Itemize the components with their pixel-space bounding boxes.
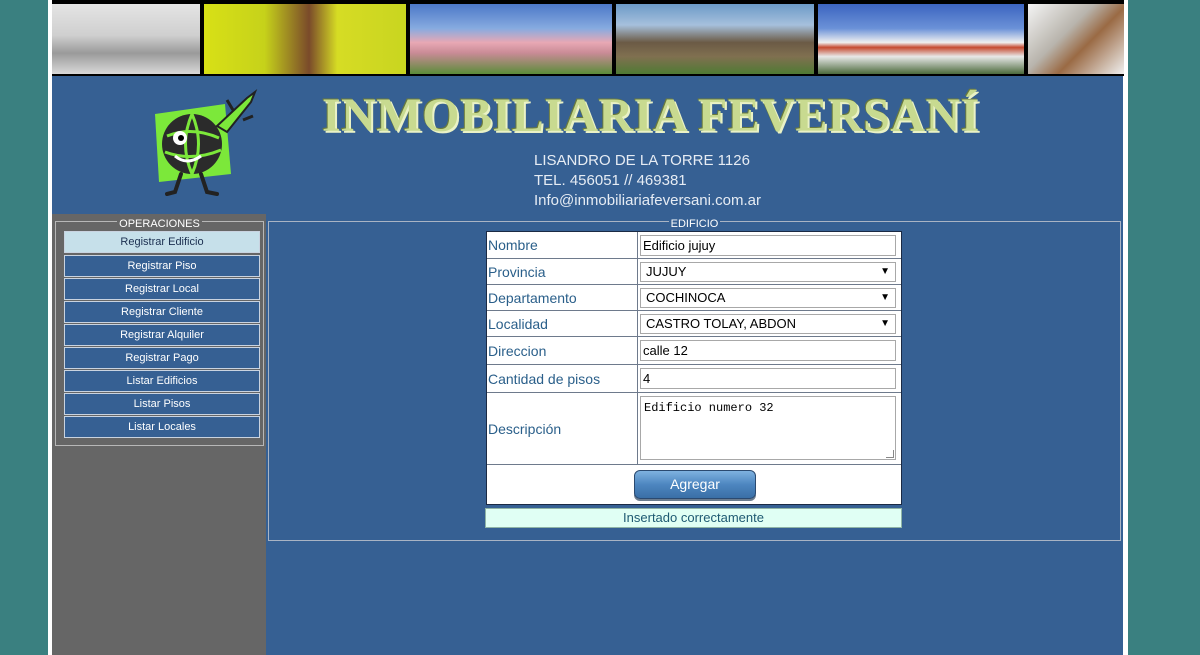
edificio-form: Nombre Edificio jujuy Provincia JUJUY ▼: [486, 231, 902, 505]
menu-registrar-edificio[interactable]: Registrar Edificio: [64, 231, 260, 253]
pink-house-photo: [410, 4, 612, 74]
menu-registrar-piso[interactable]: Registrar Piso: [64, 255, 260, 277]
operations-fieldset: OPERACIONES Registrar Edificio Registrar…: [55, 218, 264, 446]
menu-registrar-cliente[interactable]: Registrar Cliente: [64, 301, 260, 323]
logo-icon: [155, 89, 258, 196]
localidad-value: CASTRO TOLAY, ABDON: [646, 316, 797, 331]
cantidad-pisos-label: Cantidad de pisos: [487, 365, 638, 392]
interior-plants-photo: [204, 4, 406, 74]
header: INMOBILIARIA FEVERSANÍ LISANDRO DE LA TO…: [52, 76, 1123, 214]
menu-registrar-local[interactable]: Registrar Local: [64, 278, 260, 300]
row-descripcion: Descripción Edificio numero 32: [487, 393, 901, 465]
row-nombre: Nombre Edificio jujuy: [487, 232, 901, 259]
cantidad-pisos-input[interactable]: 4: [640, 368, 896, 389]
edificio-fieldset: EDIFICIO Nombre Edificio jujuy Provincia…: [268, 218, 1121, 541]
contact-email: Info@inmobiliariafeversani.com.ar: [534, 192, 761, 209]
menu-registrar-alquiler[interactable]: Registrar Alquiler: [64, 324, 260, 346]
provincia-select[interactable]: JUJUY ▼: [640, 262, 896, 282]
roof-photo: [1028, 4, 1124, 74]
menu-listar-pisos[interactable]: Listar Pisos: [64, 393, 260, 415]
dropdown-arrow-icon: ▼: [880, 318, 890, 329]
descripcion-textarea[interactable]: Edificio numero 32: [640, 396, 896, 460]
interior-photo: [52, 4, 200, 74]
contact-phone: TEL. 456051 // 469381: [534, 172, 687, 189]
localidad-select[interactable]: CASTRO TOLAY, ABDON ▼: [640, 314, 896, 334]
operations-legend-label: OPERACIONES: [117, 218, 202, 230]
wooden-house-photo: [616, 4, 814, 74]
descripcion-value: Edificio numero 32: [644, 401, 774, 415]
departamento-value: COCHINOCA: [646, 290, 726, 305]
operations-legend: OPERACIONES: [56, 214, 263, 232]
photo-strip: [52, 0, 1124, 76]
row-localidad: Localidad CASTRO TOLAY, ABDON ▼: [487, 311, 901, 337]
row-provincia: Provincia JUJUY ▼: [487, 259, 901, 285]
provincia-value: JUJUY: [646, 264, 687, 279]
nombre-input[interactable]: Edificio jujuy: [640, 235, 896, 256]
departamento-label: Departamento: [487, 285, 638, 310]
dropdown-arrow-icon: ▼: [880, 266, 890, 277]
edificio-legend: EDIFICIO: [269, 214, 1120, 232]
dropdown-arrow-icon: ▼: [880, 292, 890, 303]
row-direccion: Direccion calle 12: [487, 337, 901, 365]
direccion-label: Direccion: [487, 337, 638, 364]
main-content: EDIFICIO Nombre Edificio jujuy Provincia…: [266, 214, 1123, 655]
descripcion-label: Descripción: [487, 393, 638, 464]
provincia-label: Provincia: [487, 259, 638, 284]
brand-title: INMOBILIARIA FEVERSANÍ: [322, 89, 980, 142]
menu-registrar-pago[interactable]: Registrar Pago: [64, 347, 260, 369]
status-message: Insertado correctamente: [485, 508, 902, 528]
contact-address: LISANDRO DE LA TORRE 1126: [534, 152, 750, 169]
departamento-select[interactable]: COCHINOCA ▼: [640, 288, 896, 308]
localidad-label: Localidad: [487, 311, 638, 336]
nombre-label: Nombre: [487, 232, 638, 258]
white-building-photo: [818, 4, 1024, 74]
direccion-input[interactable]: calle 12: [640, 340, 896, 361]
contact-info: LISANDRO DE LA TORRE 1126 TEL. 456051 //…: [534, 151, 761, 211]
menu-listar-edificios[interactable]: Listar Edificios: [64, 370, 260, 392]
row-cantidad-pisos: Cantidad de pisos 4: [487, 365, 901, 393]
resize-grip-icon[interactable]: [886, 450, 894, 458]
edificio-legend-label: EDIFICIO: [668, 218, 721, 230]
page-container: INMOBILIARIA FEVERSANÍ LISANDRO DE LA TO…: [48, 0, 1128, 655]
sidebar: OPERACIONES Registrar Edificio Registrar…: [52, 214, 266, 655]
menu-listar-locales[interactable]: Listar Locales: [64, 416, 260, 438]
button-row: Agregar: [487, 466, 901, 504]
agregar-button[interactable]: Agregar: [634, 470, 756, 499]
row-departamento: Departamento COCHINOCA ▼: [487, 285, 901, 311]
